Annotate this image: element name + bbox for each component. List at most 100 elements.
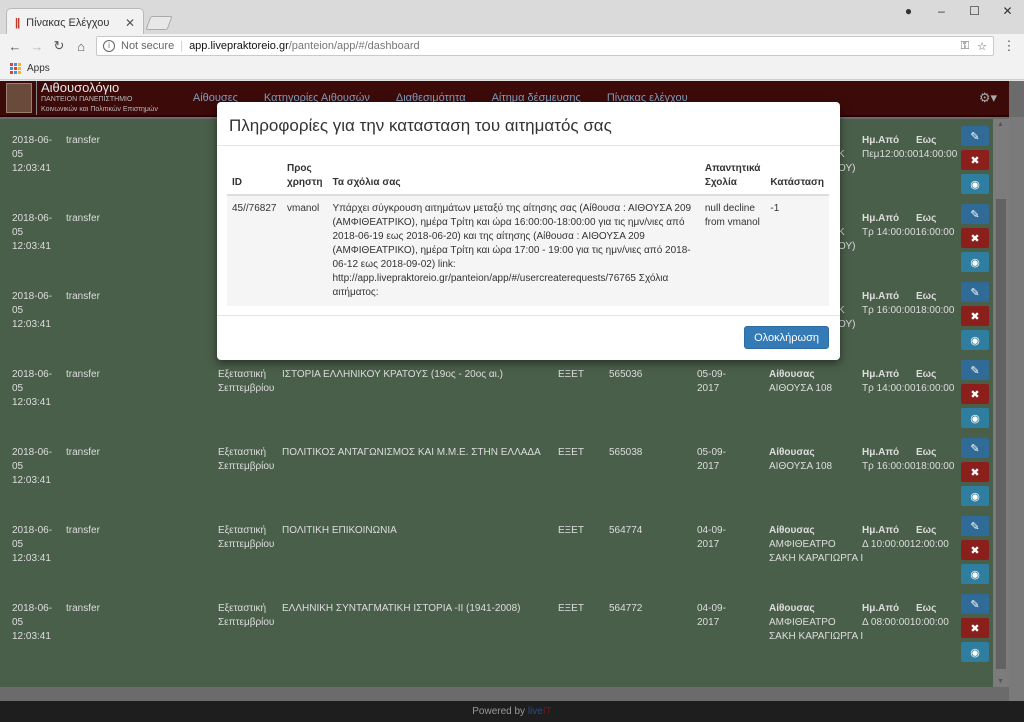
cell-sdate2: 2017 xyxy=(697,539,720,550)
pencil-icon: ✎ xyxy=(970,364,980,377)
view-button[interactable]: ◉ xyxy=(961,408,989,428)
modal-footer: Ολοκλήρωση xyxy=(217,315,840,360)
new-tab-button[interactable] xyxy=(145,16,173,30)
label-to: Εως xyxy=(916,213,937,224)
info-icon[interactable]: i xyxy=(103,40,115,52)
pencil-icon: ✎ xyxy=(970,442,980,455)
cell-slot: Τρ 14:00:0016:00:00 xyxy=(862,383,955,394)
modal-header: Πληροφορίες για την κατασταση του αιτημα… xyxy=(217,102,840,146)
table-row: 2018-06- 05 12:03:41 transfer Εξεταστική Σεπτ… xyxy=(0,353,993,431)
maximize-icon[interactable]: ☐ xyxy=(958,0,991,22)
forward-icon[interactable]: → xyxy=(30,39,44,54)
cell-dept: ΕΞΕΤ xyxy=(558,603,584,614)
view-button[interactable]: ◉ xyxy=(961,486,989,506)
table-row: 2018-06- 05 12:03:41 transfer Εξεταστική Σεπτ… xyxy=(0,509,993,587)
delete-button[interactable]: ✖ xyxy=(961,384,989,404)
edit-button[interactable]: ✎ xyxy=(961,126,989,146)
delete-button[interactable]: ✖ xyxy=(961,150,989,170)
cell-course: ΙΣΤΟΡΙΑ ΕΛΛΗΝΙΚΟΥ ΚΡΑΤΟΥΣ (19ος - 20ος α… xyxy=(282,369,504,380)
cell-day2: ΟΥ) xyxy=(838,241,856,252)
reload-icon[interactable]: ↻ xyxy=(52,38,66,54)
view-button[interactable]: ◉ xyxy=(961,642,989,662)
minimize-icon[interactable]: – xyxy=(925,0,958,22)
delete-button[interactable]: ✖ xyxy=(961,462,989,482)
key-icon[interactable]: ⚿ xyxy=(961,40,969,53)
scroll-down-icon[interactable]: ▼ xyxy=(997,678,1004,685)
delete-button[interactable]: ✖ xyxy=(961,306,989,326)
edit-button[interactable]: ✎ xyxy=(961,360,989,380)
page-scrollbar[interactable] xyxy=(1009,117,1024,701)
cell-date: 2018-06- xyxy=(12,369,53,380)
cell-period: Εξεταστική xyxy=(218,603,267,614)
view-button[interactable]: ◉ xyxy=(961,252,989,272)
request-status-modal: Πληροφορίες για την κατασταση του αιτημα… xyxy=(217,102,840,360)
table-row: 45//76827 vmanol Υπάρχει σύγκρουση αιτημ… xyxy=(227,195,829,306)
edit-button[interactable]: ✎ xyxy=(961,516,989,536)
back-icon[interactable]: ← xyxy=(8,39,22,54)
edit-button[interactable]: ✎ xyxy=(961,438,989,458)
edit-button[interactable]: ✎ xyxy=(961,594,989,614)
settings-gear-icon[interactable]: ⚙▾ xyxy=(979,90,1009,106)
label-from: Ημ.Από xyxy=(862,525,900,536)
cell-period2: Σεπτεμβρίου xyxy=(218,383,275,394)
label-to: Εως xyxy=(916,291,937,302)
delete-button[interactable]: ✖ xyxy=(961,618,989,638)
browser-tabstrip: || Πίνακας Ελέγχου ✕ ● – ☐ ✕ xyxy=(0,0,1024,36)
address-host: app.livepraktoreio.gr xyxy=(189,40,289,52)
home-icon[interactable]: ⌂ xyxy=(74,39,88,54)
browser-tab-active[interactable]: || Πίνακας Ελέγχου ✕ xyxy=(6,8,144,36)
bookmark-star-icon[interactable]: ☆ xyxy=(977,40,987,53)
footer-brand-1[interactable]: live xyxy=(528,706,543,717)
cell-room: ΑΜΦΙΘΕΑΤΡΟ xyxy=(769,539,836,550)
apps-grid-icon[interactable] xyxy=(10,63,21,74)
cell-dept: ΕΞΕΤ xyxy=(558,525,584,536)
tab-title: Πίνακας Ελέγχου xyxy=(26,16,110,29)
label-to: Εως xyxy=(916,447,937,458)
cell-course: ΠΟΛΙΤΙΚΟΣ ΑΝΤΑΓΩΝΙΣΜΟΣ ΚΑΙ Μ.Μ.Ε. ΣΤΗΝ Ε… xyxy=(282,447,541,458)
cell-date2: 05 xyxy=(12,305,24,316)
delete-button[interactable]: ✖ xyxy=(961,228,989,248)
brand-line1: ΠΑΝΤΕΙΟΝ ΠΑΝΕΠΙΣΤΗΜΙΟ xyxy=(41,96,133,103)
tab-close-icon[interactable]: ✕ xyxy=(125,16,135,30)
cell-sdate: 04-09- xyxy=(697,603,726,614)
cell-date2: 05 xyxy=(12,149,24,160)
label-to: Εως xyxy=(916,603,937,614)
cell-room: ΑΙΘΟΥΣΑ 108 xyxy=(769,461,833,472)
edit-button[interactable]: ✎ xyxy=(961,282,989,302)
cell-time: 12:03:41 xyxy=(12,319,51,330)
view-button[interactable]: ◉ xyxy=(961,174,989,194)
label-room: Αίθουσας xyxy=(769,369,815,380)
eye-icon: ◉ xyxy=(970,178,980,191)
cell-date2: 05 xyxy=(12,617,24,628)
address-bar[interactable]: i Not secure | app.livepraktoreio.gr/pan… xyxy=(96,36,994,56)
eye-icon: ◉ xyxy=(970,646,980,659)
label-to: Εως xyxy=(916,135,937,146)
scroll-up-icon[interactable]: ▲ xyxy=(997,121,1004,128)
window-close-icon[interactable]: ✕ xyxy=(991,0,1024,22)
col-reply: Απαντητικά Σχολία xyxy=(699,158,766,196)
footer-brand-2[interactable]: IT xyxy=(543,706,552,717)
cell-type: transfer xyxy=(66,291,100,302)
cell-room2: ΣΑΚΗ ΚΑΡΑΓΙΩΡΓΑ Ι xyxy=(769,631,864,642)
label-room: Αίθουσας xyxy=(769,603,815,614)
menu-icon[interactable]: ⋮ xyxy=(1002,38,1016,54)
edit-button[interactable]: ✎ xyxy=(961,204,989,224)
cell-sdate: 05-09- xyxy=(697,447,726,458)
cell-room2: ΣΑΚΗ ΚΑΡΑΓΙΩΡΓΑ Ι xyxy=(769,553,864,564)
table-scrollbar[interactable]: ▲ ▼ xyxy=(993,119,1009,687)
label-from: Ημ.Από xyxy=(862,447,900,458)
cell-room: ΑΜΦΙΘΕΑΤΡΟ xyxy=(769,617,836,628)
label-room: Αίθουσας xyxy=(769,447,815,458)
view-button[interactable]: ◉ xyxy=(961,330,989,350)
brand[interactable]: Αιθουσολόγιο ΠΑΝΤΕΙΟΝ ΠΑΝΕΠΙΣΤΗΜΙΟ Κοινω… xyxy=(0,81,164,116)
close-icon: ✖ xyxy=(970,622,980,635)
view-button[interactable]: ◉ xyxy=(961,564,989,584)
bookmark-apps[interactable]: Apps xyxy=(27,63,50,74)
delete-button[interactable]: ✖ xyxy=(961,540,989,560)
scrollbar-thumb[interactable] xyxy=(996,199,1006,669)
complete-button[interactable]: Ολοκλήρωση xyxy=(744,326,829,349)
cell-slot: Δ 10:00:0012:00:00 xyxy=(862,539,949,550)
cell-id: 45//76827 xyxy=(227,195,282,306)
cell-slot: Δ 08:00:0010:00:00 xyxy=(862,617,949,628)
profile-icon[interactable]: ● xyxy=(892,0,925,22)
